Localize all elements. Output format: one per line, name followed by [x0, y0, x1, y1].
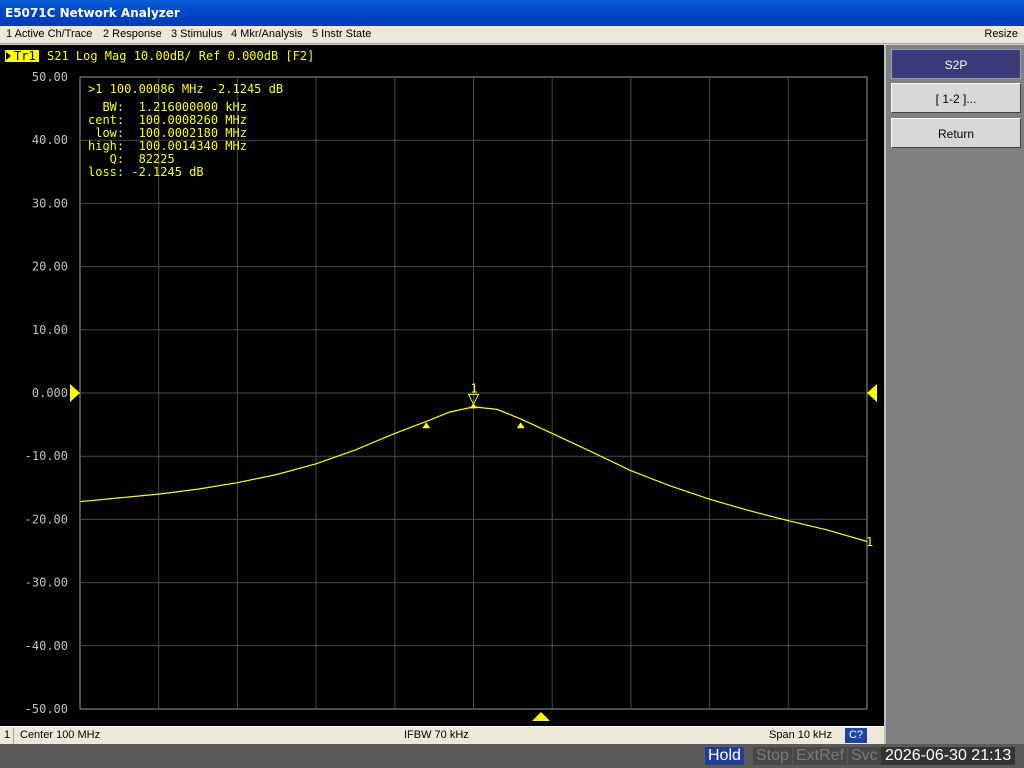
- trace-header: S21 Log Mag 10.00dB/ Ref 0.000dB [F2]: [47, 49, 314, 63]
- menu-bar: 1 Active Ch/Trace 2 Response 3 Stimulus …: [0, 26, 1024, 44]
- center-freq-icon: [532, 712, 550, 721]
- marker-high-point: [516, 422, 525, 429]
- stat-loss: loss: -2.1245 dB: [88, 165, 204, 179]
- ifbw-value[interactable]: IFBW 70 kHz: [404, 729, 469, 741]
- y-tick-label: -40.00: [25, 639, 68, 653]
- softkey-return-button[interactable]: Return: [891, 118, 1021, 148]
- y-tick-label: 50.00: [32, 70, 68, 84]
- window-title: E5071C Network Analyzer: [0, 0, 1024, 26]
- trace-display[interactable]: 50.00 40.00 30.00 20.00 10.00 0.000 -10.00 -20.…: [0, 45, 884, 726]
- trace-end-label: 1: [866, 535, 873, 549]
- status-datetime: 2026-06-30 21:13: [881, 747, 1016, 765]
- y-tick-label: 40.00: [32, 133, 68, 147]
- marker-low-point: [422, 422, 431, 429]
- y-tick-label: 20.00: [32, 260, 68, 274]
- menu-active-ch-trace[interactable]: 1 Active Ch/Trace: [6, 28, 92, 40]
- marker-1-point: [469, 403, 478, 409]
- stat-high: high: 100.0014340 MHz: [88, 139, 247, 153]
- menu-stimulus[interactable]: 3 Stimulus: [171, 28, 222, 40]
- y-tick-label: 30.00: [32, 196, 68, 210]
- y-tick-label: 0.000: [32, 386, 68, 400]
- marker-1-label: 1: [471, 381, 478, 395]
- chart-svg: 50.00 40.00 30.00 20.00 10.00 0.000 -10.00 -20.…: [5, 49, 877, 721]
- status-stop: Stop: [753, 747, 792, 765]
- marker-readout: >1 100.00086 MHz -2.1245 dB: [88, 82, 283, 96]
- span-value[interactable]: Span 10 kHz: [769, 729, 832, 741]
- softkey-panel: S2P [ 1-2 ]... Return: [884, 45, 1024, 744]
- y-tick-label: -10.00: [25, 449, 68, 463]
- ref-level-left-icon[interactable]: [70, 384, 80, 402]
- menu-response[interactable]: 2 Response: [103, 28, 162, 40]
- softkey-menu-title: S2P: [891, 49, 1021, 79]
- softkey-port-pair-button[interactable]: [ 1-2 ]...: [891, 83, 1021, 113]
- center-frequency[interactable]: Center 100 MHz: [20, 729, 100, 741]
- channel-number[interactable]: 1: [0, 728, 14, 744]
- stat-q: Q: 82225: [88, 152, 175, 166]
- status-svc: Svc: [848, 747, 881, 765]
- ref-level-right-icon[interactable]: [867, 384, 877, 402]
- y-tick-label: -30.00: [25, 576, 68, 590]
- stat-bw: BW: 1.216000000 kHz: [88, 100, 247, 114]
- status-extref: ExtRef: [793, 747, 848, 765]
- menu-mkr-analysis[interactable]: 4 Mkr/Analysis: [231, 28, 303, 40]
- menu-resize[interactable]: Resize: [984, 28, 1018, 40]
- stat-cent: cent: 100.0008260 MHz: [88, 113, 247, 127]
- cal-status-badge: C?: [845, 728, 867, 743]
- y-axis-ticks: 50.00 40.00 30.00 20.00 10.00 0.000 -10.00 -20.…: [25, 70, 68, 716]
- marker-stats: BW: 1.216000000 kHz cent: 100.0008260 MH…: [88, 100, 254, 179]
- y-tick-label: -20.00: [25, 512, 68, 526]
- y-tick-label: 10.00: [32, 323, 68, 337]
- instrument-status-bar: Hold Stop ExtRef Svc 2026-06-30 21:13: [0, 744, 1024, 768]
- status-hold: Hold: [705, 747, 744, 765]
- stat-low: low: 100.0002180 MHz: [88, 126, 247, 140]
- menu-instr-state[interactable]: 5 Instr State: [312, 28, 371, 40]
- y-tick-label: -50.00: [25, 702, 68, 716]
- trace-tag[interactable]: Tr1: [14, 49, 36, 63]
- channel-status-bar: 1 Center 100 MHz IFBW 70 kHz Span 10 kHz…: [0, 726, 884, 744]
